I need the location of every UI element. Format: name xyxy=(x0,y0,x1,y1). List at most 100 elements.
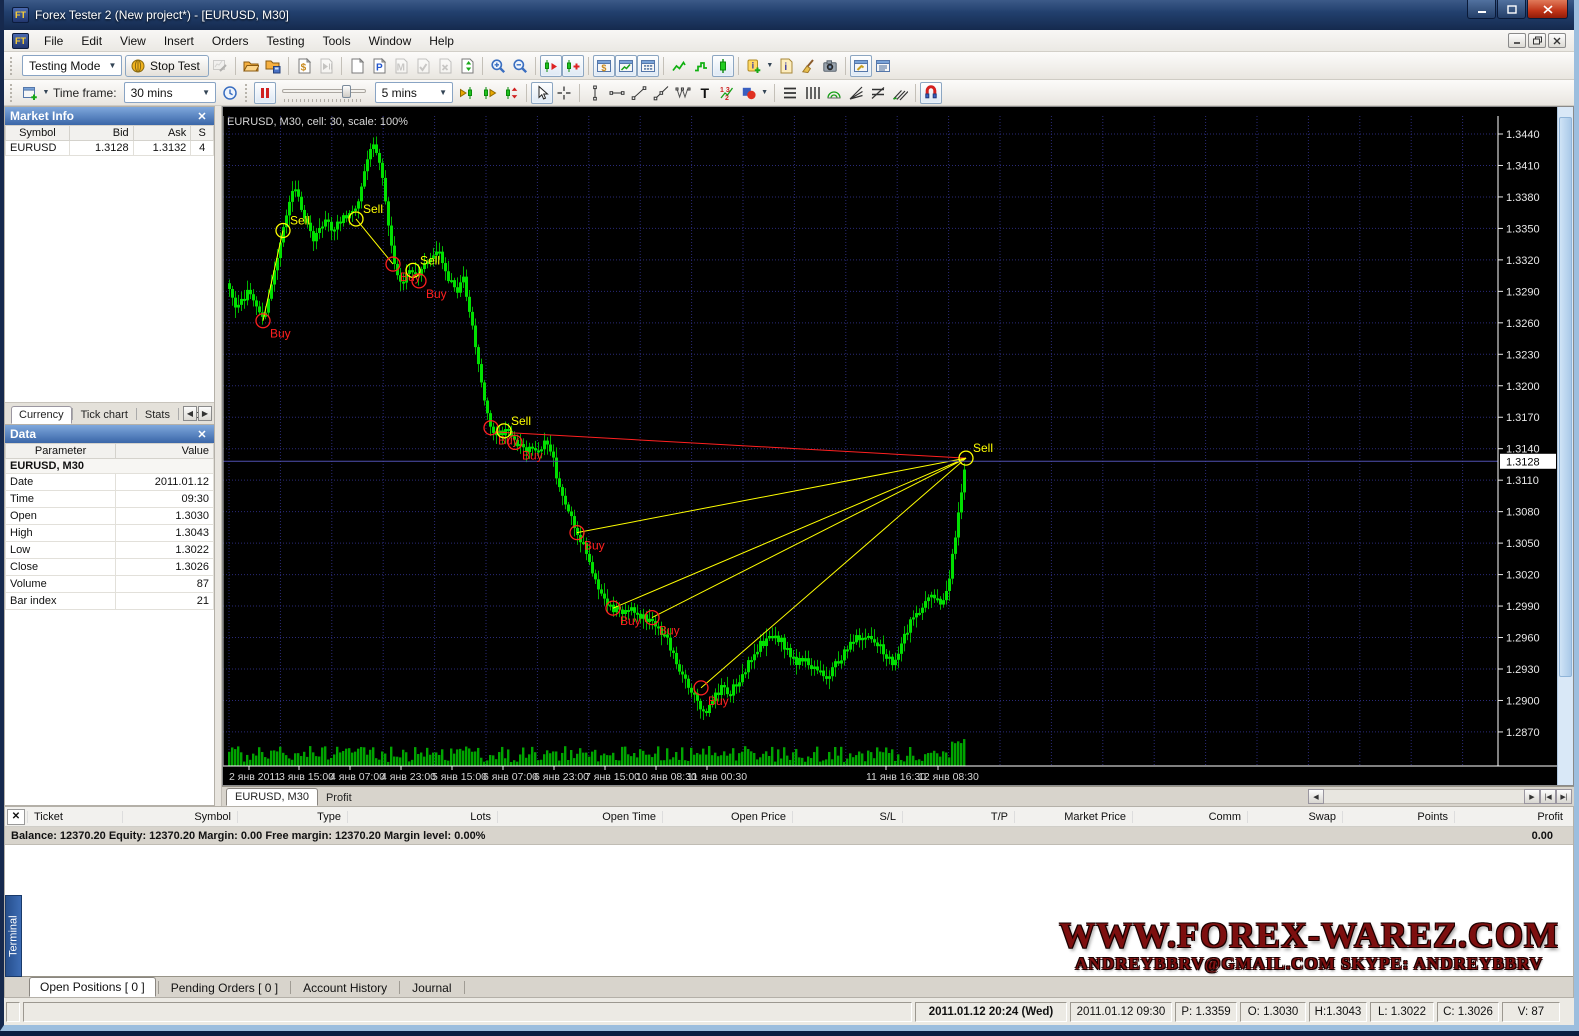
pitchfork-tool[interactable] xyxy=(889,82,911,104)
pause-button[interactable] xyxy=(254,82,276,104)
market-info-close-icon[interactable]: ✕ xyxy=(195,110,209,123)
modify-order-button[interactable]: M xyxy=(390,55,412,77)
chart-tab-eurusd-m30[interactable]: EURUSD, M30 xyxy=(226,788,318,806)
chart-tab-profit[interactable]: Profit xyxy=(318,790,360,806)
tabs-scroll-left-icon[interactable]: ◀ xyxy=(183,406,197,421)
add-indicator-button[interactable]: i xyxy=(743,55,765,77)
scroll-right-icon[interactable]: ▶ xyxy=(1524,789,1540,804)
chart-canvas[interactable]: 1.34401.34101.33801.33501.33201.32901.32… xyxy=(222,106,1574,786)
open-project-button[interactable] xyxy=(240,55,262,77)
slider-thumb[interactable] xyxy=(342,85,351,98)
zoom-out-button[interactable] xyxy=(509,55,531,77)
tabs-scroll-right-icon[interactable]: ▶ xyxy=(198,406,212,421)
mdi-close-button[interactable] xyxy=(1548,33,1566,48)
terminal-tab-pending-orders-0[interactable]: Pending Orders [ 0 ] xyxy=(161,979,288,997)
journal-window-button[interactable] xyxy=(872,55,894,77)
step-chart-button[interactable] xyxy=(690,55,712,77)
tab-currency[interactable]: Currency xyxy=(11,406,72,424)
chart-settings-button[interactable] xyxy=(850,55,872,77)
vertical-line-tool[interactable] xyxy=(584,82,606,104)
crosshair-tool-button[interactable] xyxy=(553,82,575,104)
prev-candle-button[interactable] xyxy=(456,82,478,104)
chart-horizontal-scrollbar[interactable]: ◀ ▶ |◀ ▶| xyxy=(1308,789,1572,804)
strategy-window-button[interactable] xyxy=(615,55,637,77)
menu-item-view[interactable]: View xyxy=(111,32,155,50)
panel-splitter[interactable] xyxy=(215,106,222,806)
timeframe-select[interactable]: 30 mins▼ xyxy=(124,82,216,103)
statistics-window-button[interactable] xyxy=(637,55,659,77)
scroll-end-icon[interactable]: ▶| xyxy=(1556,789,1572,804)
combo-arrow-icon[interactable]: ▼ xyxy=(200,86,213,99)
dropdown-arrow-icon[interactable]: ▼ xyxy=(41,83,51,103)
scroll-left-icon[interactable]: ◀ xyxy=(1308,789,1324,804)
terminal-tab-open-positions-0[interactable]: Open Positions [ 0 ] xyxy=(29,977,156,997)
menu-item-help[interactable]: Help xyxy=(420,32,463,50)
combo-arrow-icon[interactable]: ▼ xyxy=(437,86,450,99)
fibo-channel-tool[interactable] xyxy=(867,82,889,104)
magnet-button[interactable] xyxy=(920,82,942,104)
orders-close-icon[interactable]: ✕ xyxy=(7,809,25,825)
tab-tick-chart[interactable]: Tick chart xyxy=(73,406,136,424)
resume-test-button[interactable] xyxy=(315,55,337,77)
tab-stats[interactable]: Stats xyxy=(137,406,178,424)
zoom-in-button[interactable] xyxy=(487,55,509,77)
dropdown-arrow-icon[interactable]: ▼ xyxy=(765,56,775,76)
close-button[interactable] xyxy=(1527,0,1568,19)
menu-item-insert[interactable]: Insert xyxy=(155,32,203,50)
maximize-button[interactable] xyxy=(1497,0,1526,19)
fibo-arc-tool[interactable] xyxy=(823,82,845,104)
menu-item-orders[interactable]: Orders xyxy=(203,32,258,50)
fibo-time-tool[interactable] xyxy=(801,82,823,104)
scroll-home-icon[interactable]: |◀ xyxy=(1540,789,1556,804)
mdi-restore-button[interactable] xyxy=(1528,33,1546,48)
account-window-button[interactable]: $ xyxy=(593,55,615,77)
speed-select[interactable]: 5 mins▼ xyxy=(375,82,453,103)
text-tool[interactable]: T xyxy=(694,82,716,104)
ray-tool[interactable] xyxy=(650,82,672,104)
polyline-tool[interactable] xyxy=(672,82,694,104)
speed-slider[interactable] xyxy=(280,84,368,102)
edit-test-button[interactable] xyxy=(209,55,231,77)
terminal-tab-journal[interactable]: Journal xyxy=(402,979,461,997)
shapes-tool[interactable] xyxy=(738,82,760,104)
new-chart-button[interactable] xyxy=(19,82,41,104)
cursor-tool-button[interactable] xyxy=(531,82,553,104)
update-orders-button[interactable] xyxy=(456,55,478,77)
terminal-tab[interactable]: Terminal xyxy=(5,895,22,977)
horizontal-line-tool[interactable] xyxy=(606,82,628,104)
time-settings-button[interactable] xyxy=(219,82,241,104)
export-data-button[interactable]: $ xyxy=(293,55,315,77)
menu-item-window[interactable]: Window xyxy=(360,32,421,50)
screenshot-button[interactable] xyxy=(819,55,841,77)
minimize-button[interactable] xyxy=(1467,0,1496,19)
info-window-button[interactable]: i xyxy=(775,55,797,77)
add-candle-button[interactable] xyxy=(562,55,584,77)
fibo-retracement-tool[interactable] xyxy=(779,82,801,104)
menu-item-file[interactable]: File xyxy=(35,32,72,50)
chart-vertical-scrollbar[interactable] xyxy=(1557,107,1573,785)
delete-order-button[interactable] xyxy=(434,55,456,77)
next-candle-button[interactable] xyxy=(478,82,500,104)
step-forward-button[interactable] xyxy=(540,55,562,77)
mdi-minimize-button[interactable] xyxy=(1508,33,1526,48)
testing-mode-select[interactable]: Testing Mode▼ xyxy=(22,55,122,76)
menu-item-testing[interactable]: Testing xyxy=(258,32,314,50)
scroll-track[interactable] xyxy=(1324,789,1524,804)
tick-step-button[interactable] xyxy=(500,82,522,104)
menu-item-edit[interactable]: Edit xyxy=(72,32,111,50)
candle-chart-button[interactable] xyxy=(712,55,734,77)
combo-arrow-icon[interactable]: ▼ xyxy=(106,59,119,72)
wave-count-tool[interactable]: 1 32 xyxy=(716,82,738,104)
menu-item-tools[interactable]: Tools xyxy=(314,32,360,50)
trend-line-tool[interactable] xyxy=(628,82,650,104)
dropdown-arrow-icon[interactable]: ▼ xyxy=(760,83,770,103)
terminal-tab-account-history[interactable]: Account History xyxy=(293,979,397,997)
save-project-button[interactable] xyxy=(262,55,284,77)
stop-test-button[interactable]: Stop Test xyxy=(125,55,209,77)
line-chart-button[interactable] xyxy=(668,55,690,77)
data-panel-close-icon[interactable]: ✕ xyxy=(195,428,209,441)
clear-chart-button[interactable] xyxy=(797,55,819,77)
new-order-button[interactable] xyxy=(346,55,368,77)
close-order-button[interactable] xyxy=(412,55,434,77)
pending-order-button[interactable]: P xyxy=(368,55,390,77)
